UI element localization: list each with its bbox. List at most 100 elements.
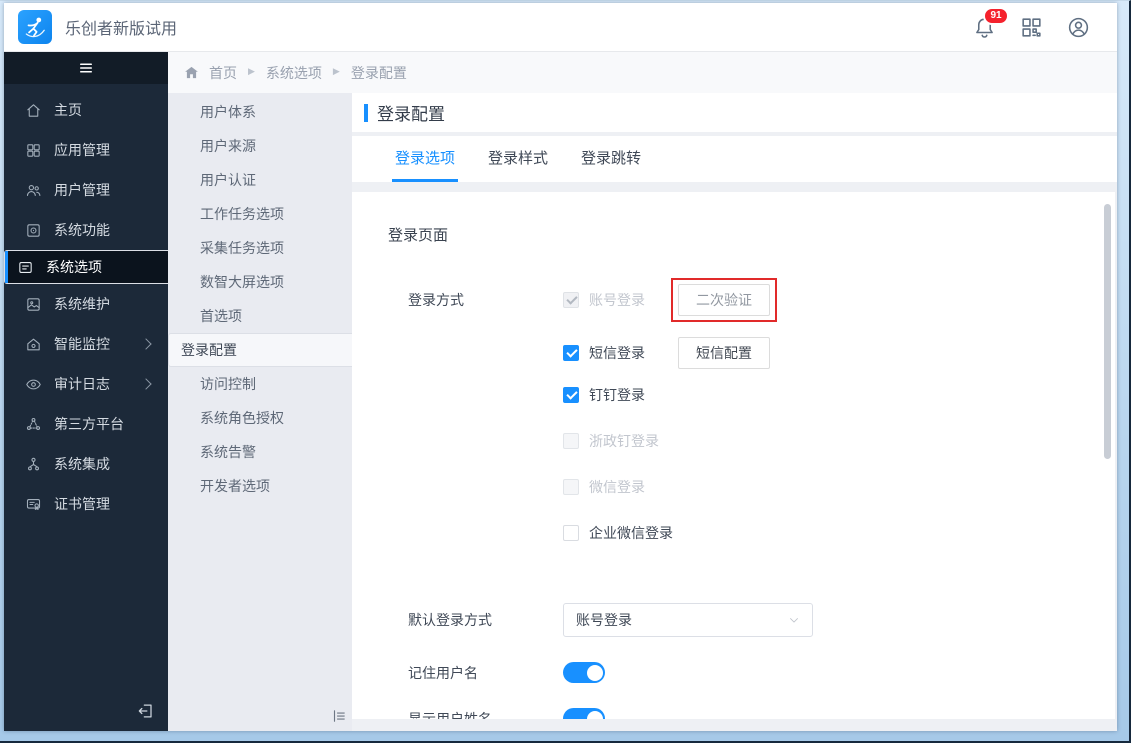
login-method-checkbox[interactable]	[563, 433, 579, 449]
sidebar-item[interactable]: 审计日志	[4, 364, 168, 404]
sidebar-exit-icon[interactable]	[136, 701, 156, 721]
functions-icon	[25, 222, 42, 239]
toggle-switch[interactable]	[563, 662, 605, 683]
login-method-option: 账号登录 二次验证	[563, 278, 777, 322]
main-sidebar: 主页 应用管理 用户管理 系统功能 系统选项 系统维护 智能监控 审计日志 第三…	[4, 52, 254, 731]
select-value: 账号登录	[576, 612, 632, 628]
login-method-checkbox[interactable]	[563, 345, 579, 361]
login-method-checkbox[interactable]	[563, 525, 579, 541]
breadcrumb-separator-icon: ▶	[248, 66, 255, 76]
submenu-item[interactable]: 系统角色授权	[168, 401, 352, 435]
login-method-option: 钉钉登录	[563, 385, 777, 405]
sidebar-item[interactable]: 系统集成	[4, 444, 168, 484]
settings-panel: 登录页面 登录方式 账号登录 二次验证 短信登录 短信配置 钉钉登录 浙政钉登录…	[352, 192, 1115, 719]
monitor-icon	[25, 336, 42, 353]
submenu-item[interactable]: 采集任务选项	[168, 231, 352, 265]
sidebar-item[interactable]: 系统功能	[4, 210, 168, 250]
notification-bell-icon[interactable]: 91	[972, 6, 1009, 40]
tab[interactable]: 登录跳转	[578, 136, 644, 182]
user-avatar-icon[interactable]	[1066, 15, 1091, 40]
options-icon	[17, 259, 34, 276]
option-action-button[interactable]: 短信配置	[678, 337, 770, 369]
sidebar-item[interactable]: 应用管理	[4, 130, 168, 170]
runner-icon	[25, 17, 45, 38]
switch-label: 显示用户姓名	[408, 710, 492, 720]
users-icon	[25, 182, 42, 199]
header-actions: 91	[972, 6, 1091, 40]
apps-icon	[25, 142, 42, 159]
submenu-item[interactable]: 系统告警	[168, 435, 352, 469]
submenu-item[interactable]: 开发者选项	[168, 469, 352, 503]
submenu-item[interactable]: 工作任务选项	[168, 197, 352, 231]
breadcrumb-home-icon[interactable]	[183, 64, 200, 81]
breadcrumb-item[interactable]: 系统选项	[266, 63, 322, 83]
switch-label: 记住用户名	[408, 664, 478, 681]
breadcrumb-item[interactable]: 登录配置	[351, 63, 407, 83]
submenu-item[interactable]: 访问控制	[168, 367, 352, 401]
sidebar-item[interactable]: 第三方平台	[4, 404, 168, 444]
highlight-box: 二次验证	[671, 278, 777, 322]
scrollbar-thumb[interactable]	[1104, 204, 1111, 459]
page-title-bar: 登录配置	[352, 93, 1117, 132]
submenu-item[interactable]: 首选项	[168, 299, 352, 333]
chevron-right-icon	[140, 378, 152, 390]
submenu-collapse-icon[interactable]	[330, 707, 348, 725]
sidebar-nav: 主页 应用管理 用户管理 系统功能 系统选项 系统维护 智能监控 审计日志 第三…	[4, 84, 254, 524]
page-title: 登录配置	[377, 105, 445, 124]
breadcrumb-separator-icon: ▶	[332, 66, 340, 76]
submenu-item[interactable]: 用户体系	[168, 95, 352, 129]
login-method-option: 微信登录	[563, 477, 777, 497]
sidebar-item[interactable]: 主页	[4, 90, 168, 130]
breadcrumb: 首页 ▶ 系统选项 ▶ 登录配置	[168, 52, 1117, 93]
chevron-right-icon	[140, 338, 152, 350]
platform-icon	[25, 416, 42, 433]
tab-bar: 登录选项 登录样式 登录跳转	[352, 136, 1117, 182]
login-method-option-label: 微信登录	[589, 479, 645, 495]
switch-row: 显示用户姓名	[408, 708, 1115, 719]
default-method-row: 默认登录方式 账号登录	[408, 603, 1115, 637]
main-content: 登录配置 登录选项 登录样式 登录跳转 登录页面 登录方式 账号登录 二次验证 …	[352, 93, 1117, 731]
sidebar-item[interactable]: 系统维护	[4, 284, 168, 324]
certificate-icon	[25, 496, 42, 513]
login-method-option: 浙政钉登录	[563, 431, 777, 451]
submenu-item[interactable]: 用户认证	[168, 163, 352, 197]
login-method-label: 登录方式	[408, 292, 464, 308]
login-method-checkbox[interactable]	[563, 387, 579, 403]
section-title: 登录页面	[388, 227, 449, 244]
qr-code-icon[interactable]	[1019, 15, 1044, 40]
login-method-row: 登录方式 账号登录 二次验证 短信登录 短信配置 钉钉登录 浙政钉登录 微信登录…	[408, 278, 1115, 569]
login-method-option-label: 企业微信登录	[589, 525, 673, 541]
login-method-checkbox[interactable]	[563, 479, 579, 495]
option-action-button[interactable]: 二次验证	[678, 284, 770, 316]
audit-icon	[25, 376, 42, 393]
default-method-label: 默认登录方式	[408, 612, 492, 628]
window-frame: 乐创者新版试用 91 主页 应用管理 用户管理 系统功能 系统选项 系统维护 智…	[0, 0, 1131, 743]
login-method-options: 账号登录 二次验证 短信登录 短信配置 钉钉登录 浙政钉登录 微信登录 企业微信…	[563, 278, 777, 569]
tab[interactable]: 登录选项	[392, 136, 459, 182]
login-method-option-label: 账号登录	[589, 292, 645, 308]
default-login-method-select[interactable]: 账号登录	[563, 603, 813, 637]
submenu-item[interactable]: 数智大屏选项	[168, 265, 352, 299]
title-accent-bar	[364, 103, 368, 122]
breadcrumb-item[interactable]: 首页	[209, 63, 237, 83]
submenu-item[interactable]: 用户来源	[168, 129, 352, 163]
sidebar-item[interactable]: 智能监控	[4, 324, 168, 364]
app-window: 乐创者新版试用 91 主页 应用管理 用户管理 系统功能 系统选项 系统维护 智…	[4, 3, 1117, 731]
login-method-checkbox[interactable]	[563, 292, 579, 308]
sidebar-item[interactable]: 用户管理	[4, 170, 168, 210]
sidebar-item[interactable]: 证书管理	[4, 484, 168, 524]
home-icon	[25, 102, 42, 119]
notification-badge: 91	[983, 6, 1009, 25]
secondary-sidebar: 用户体系 用户来源 用户认证 工作任务选项 采集任务选项 数智大屏选项 首选项 …	[168, 93, 418, 731]
switch-row: 记住用户名	[408, 662, 1115, 683]
login-method-option-label: 钉钉登录	[589, 387, 645, 403]
sidebar-collapse-toggle[interactable]	[4, 52, 168, 84]
highlight-box: 短信配置	[671, 331, 777, 375]
app-title: 乐创者新版试用	[65, 21, 178, 38]
integration-icon	[25, 456, 42, 473]
login-method-option-label: 短信登录	[589, 345, 645, 361]
app-logo[interactable]	[18, 10, 52, 44]
tab[interactable]: 登录样式	[485, 136, 551, 182]
toggle-switch[interactable]	[563, 708, 605, 719]
login-method-option: 企业微信登录	[563, 523, 777, 543]
